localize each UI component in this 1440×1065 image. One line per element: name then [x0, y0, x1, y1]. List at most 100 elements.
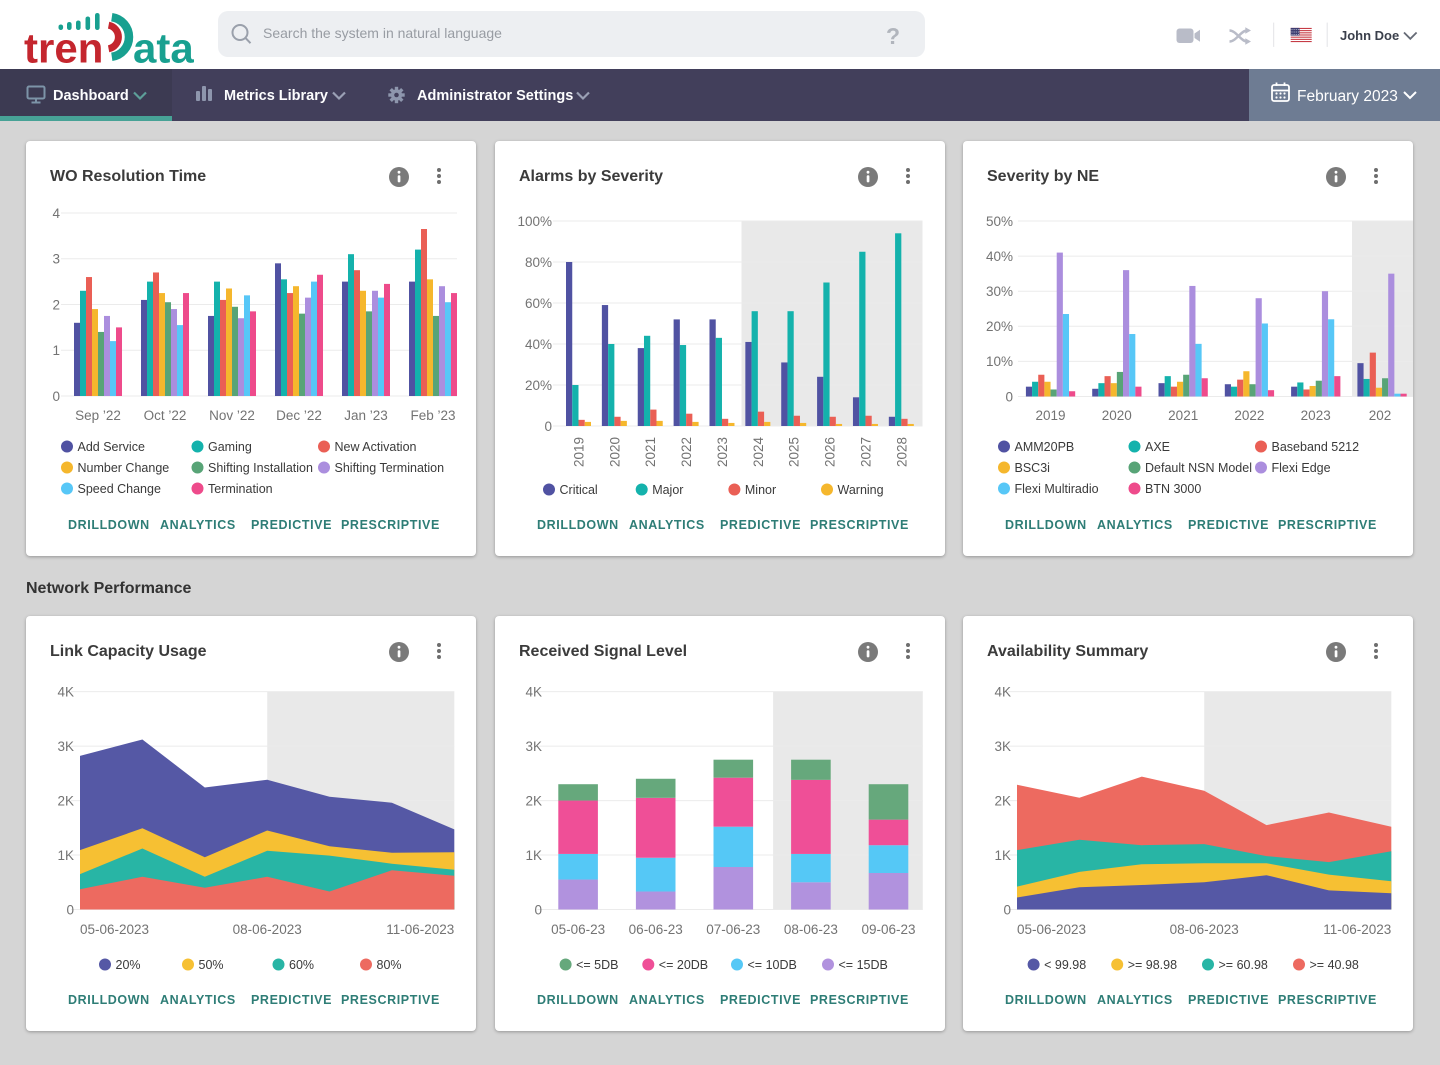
svg-text:20%: 20%	[116, 958, 141, 972]
svg-text:2020: 2020	[607, 437, 622, 467]
svg-text:PREDICTIVE: PREDICTIVE	[1188, 518, 1269, 532]
svg-text:50%: 50%	[199, 958, 224, 972]
svg-text:Dashboard: Dashboard	[53, 88, 129, 104]
svg-text:John Doe: John Doe	[1340, 28, 1399, 43]
svg-text:Metrics Library: Metrics Library	[224, 88, 328, 104]
svg-text:2024: 2024	[751, 436, 766, 467]
svg-text:40%: 40%	[986, 249, 1013, 264]
svg-text:3K: 3K	[994, 739, 1011, 754]
svg-text:Number Change: Number Change	[78, 461, 170, 475]
svg-text:Link Capacity Usage: Link Capacity Usage	[50, 643, 207, 660]
svg-text:?: ?	[886, 23, 900, 49]
svg-text:Feb ’23: Feb ’23	[410, 408, 455, 423]
svg-text:4: 4	[52, 206, 60, 221]
svg-text:Speed Change: Speed Change	[78, 482, 161, 496]
svg-text:100%: 100%	[517, 214, 552, 229]
svg-text:2019: 2019	[572, 437, 587, 467]
svg-text:2020: 2020	[1102, 408, 1132, 423]
svg-text:DRILLDOWN: DRILLDOWN	[537, 518, 619, 532]
svg-text:0: 0	[544, 419, 552, 434]
svg-text:Nov ’22: Nov ’22	[209, 408, 255, 423]
svg-text:PRESCRIPTIVE: PRESCRIPTIVE	[341, 993, 440, 1007]
svg-text:2: 2	[52, 297, 60, 312]
svg-text:10%: 10%	[986, 354, 1013, 369]
svg-text:2023: 2023	[715, 437, 730, 467]
svg-text:0: 0	[66, 902, 74, 917]
svg-text:ANALYTICS: ANALYTICS	[1097, 518, 1173, 532]
svg-text:< 99.98: < 99.98	[1044, 958, 1086, 972]
svg-text:PREDICTIVE: PREDICTIVE	[720, 518, 801, 532]
svg-text:20%: 20%	[525, 378, 552, 393]
svg-text:2028: 2028	[894, 437, 909, 467]
svg-text:<= 15DB: <= 15DB	[839, 958, 888, 972]
svg-text:PRESCRIPTIVE: PRESCRIPTIVE	[1278, 518, 1377, 532]
svg-text:2021: 2021	[1168, 408, 1198, 423]
svg-text:08-06-23: 08-06-23	[784, 922, 838, 937]
svg-text:05-06-23: 05-06-23	[551, 922, 605, 937]
svg-text:PREDICTIVE: PREDICTIVE	[251, 518, 332, 532]
svg-text:Severity by NE: Severity by NE	[987, 168, 1099, 185]
svg-text:Sep ’22: Sep ’22	[75, 408, 121, 423]
svg-text:2023: 2023	[1301, 408, 1331, 423]
svg-text:<= 20DB: <= 20DB	[659, 958, 708, 972]
svg-text:PREDICTIVE: PREDICTIVE	[720, 993, 801, 1007]
svg-text:09-06-23: 09-06-23	[861, 922, 915, 937]
svg-text:2022: 2022	[679, 437, 694, 467]
svg-text:2021: 2021	[643, 437, 658, 467]
svg-text:60%: 60%	[525, 296, 552, 311]
svg-text:Alarms by Severity: Alarms by Severity	[519, 168, 663, 185]
svg-text:Minor: Minor	[745, 483, 776, 497]
svg-text:0: 0	[534, 902, 542, 917]
svg-text:>= 40.98: >= 40.98	[1310, 958, 1359, 972]
svg-text:Add Service: Add Service	[78, 440, 145, 454]
svg-text:11-06-2023: 11-06-2023	[1323, 922, 1391, 937]
svg-text:AMM20PB: AMM20PB	[1015, 440, 1075, 454]
svg-text:>= 98.98: >= 98.98	[1128, 958, 1177, 972]
svg-text:ANALYTICS: ANALYTICS	[629, 518, 705, 532]
svg-text:07-06-23: 07-06-23	[706, 922, 760, 937]
svg-text:Major: Major	[652, 483, 683, 497]
svg-text:DRILLDOWN: DRILLDOWN	[68, 518, 150, 532]
svg-text:80%: 80%	[377, 958, 402, 972]
svg-text:3: 3	[52, 252, 60, 267]
svg-text:40%: 40%	[525, 337, 552, 352]
svg-text:AXE: AXE	[1145, 440, 1170, 454]
svg-text:BSC3i: BSC3i	[1015, 461, 1050, 475]
svg-text:Gaming: Gaming	[208, 440, 252, 454]
svg-text:4K: 4K	[57, 684, 74, 699]
svg-text:0: 0	[52, 389, 60, 404]
svg-text:Warning: Warning	[838, 483, 884, 497]
svg-text:2K: 2K	[994, 793, 1011, 808]
svg-text:Availability Summary: Availability Summary	[987, 643, 1148, 660]
svg-text:0: 0	[1003, 902, 1011, 917]
svg-text:202: 202	[1369, 408, 1392, 423]
svg-text:0: 0	[1005, 389, 1013, 404]
svg-text:Flexi Edge: Flexi Edge	[1272, 461, 1331, 475]
svg-text:Default NSN Model: Default NSN Model	[1145, 461, 1252, 475]
svg-text:Critical: Critical	[560, 483, 598, 497]
svg-text:2K: 2K	[525, 793, 542, 808]
svg-text:06-06-23: 06-06-23	[629, 922, 683, 937]
svg-text:2019: 2019	[1035, 408, 1065, 423]
svg-text:05-06-2023: 05-06-2023	[80, 922, 149, 937]
svg-text:11-06-2023: 11-06-2023	[386, 922, 454, 937]
svg-text:50%: 50%	[986, 214, 1013, 229]
svg-text:New Activation: New Activation	[335, 440, 417, 454]
svg-text:ANALYTICS: ANALYTICS	[160, 993, 236, 1007]
svg-text:Jan ’23: Jan ’23	[344, 408, 388, 423]
svg-text:Shifting Termination: Shifting Termination	[335, 461, 445, 475]
svg-text:WO Resolution Time: WO Resolution Time	[50, 168, 206, 185]
svg-text:20%: 20%	[986, 319, 1013, 334]
svg-text:2022: 2022	[1234, 408, 1264, 423]
svg-text:08-06-2023: 08-06-2023	[1170, 922, 1239, 937]
svg-text:ANALYTICS: ANALYTICS	[160, 518, 236, 532]
svg-text:3K: 3K	[57, 739, 74, 754]
svg-text:4K: 4K	[525, 684, 542, 699]
svg-text:PRESCRIPTIVE: PRESCRIPTIVE	[810, 518, 909, 532]
svg-text:2025: 2025	[787, 437, 802, 467]
svg-text:PRESCRIPTIVE: PRESCRIPTIVE	[1278, 993, 1377, 1007]
svg-text:ANALYTICS: ANALYTICS	[1097, 993, 1173, 1007]
svg-text:<= 10DB: <= 10DB	[748, 958, 797, 972]
svg-text:Administrator Settings: Administrator Settings	[417, 88, 573, 104]
svg-text:30%: 30%	[986, 284, 1013, 299]
